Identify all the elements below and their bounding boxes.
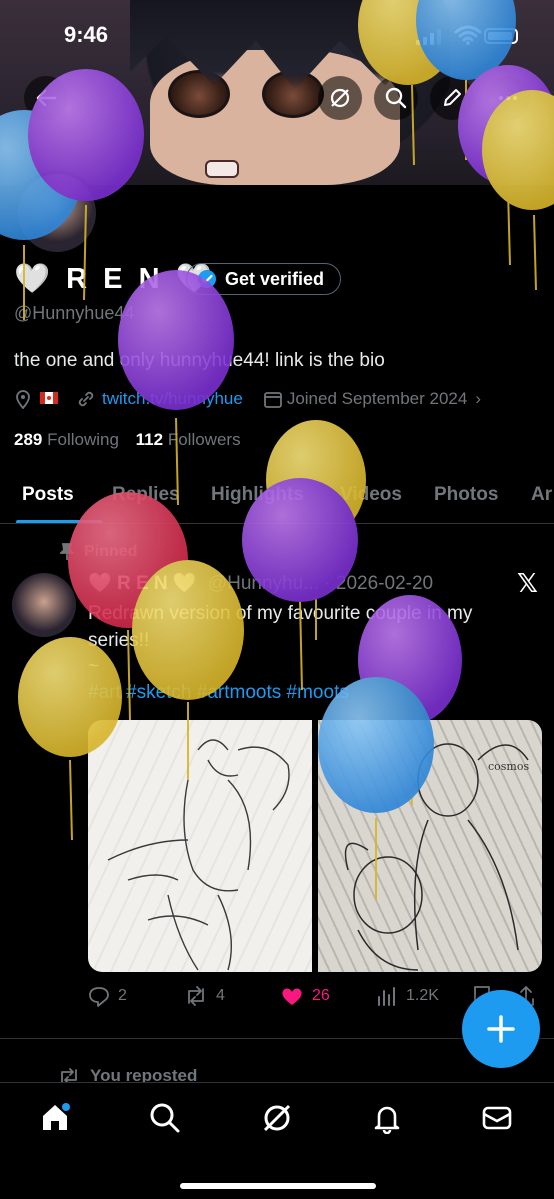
back-arrow-icon xyxy=(36,89,57,107)
pinned-label: Pinned xyxy=(84,543,138,560)
profile-meta-row: twitch.tv/hunnyhue Joined September 2024… xyxy=(14,389,481,409)
profile-bio: the one and only hunnyhue44! link is the… xyxy=(14,350,385,371)
post-text: Redrawn version of my favourite couple i… xyxy=(88,603,473,651)
get-verified-button[interactable]: Get verified xyxy=(186,263,342,295)
heart-filled-icon xyxy=(282,988,302,1005)
post-tilde: ~ xyxy=(88,656,100,677)
search-icon xyxy=(385,87,407,109)
repost-count: 4 xyxy=(216,987,225,1004)
following-count: 289 xyxy=(14,430,43,449)
grok-icon xyxy=(330,88,350,108)
grok-button[interactable] xyxy=(318,76,362,120)
tab-photos[interactable]: Photos xyxy=(434,484,498,506)
compose-button[interactable] xyxy=(462,990,540,1068)
calendar-icon xyxy=(263,392,282,408)
banner-art-mouth xyxy=(205,160,239,178)
link-icon xyxy=(78,391,94,407)
canada-flag-icon xyxy=(40,389,58,409)
grok-nav-icon xyxy=(263,1104,291,1132)
analytics-icon xyxy=(378,987,395,1006)
following-label: Following xyxy=(47,430,119,449)
back-button[interactable] xyxy=(24,76,68,120)
sketch-label-cosmos: cosmos xyxy=(488,760,529,773)
search-button[interactable] xyxy=(374,76,418,120)
nav-messages[interactable] xyxy=(480,1101,514,1135)
like-count: 26 xyxy=(312,987,330,1004)
view-count: 1.2K xyxy=(406,987,439,1004)
tab-videos[interactable]: Videos xyxy=(340,484,402,506)
status-time: 9:46 xyxy=(64,22,109,47)
home-indicator xyxy=(180,1183,376,1189)
tab-articles[interactable]: Ar xyxy=(531,484,552,506)
x-logo-icon: 𝕏 xyxy=(517,568,538,598)
tab-replies[interactable]: Replies xyxy=(112,484,180,506)
bell-icon xyxy=(374,1106,400,1134)
post-author-name: R E N xyxy=(116,573,168,594)
pencil-icon xyxy=(444,89,461,106)
repost-icon xyxy=(188,986,204,1006)
followers-count: 112 xyxy=(135,430,164,449)
tab-active-indicator xyxy=(16,520,102,523)
bottom-nav xyxy=(0,1082,554,1199)
nav-search[interactable] xyxy=(148,1101,182,1135)
post-hashtags[interactable]: #art #sketch #artmoots #moots xyxy=(88,682,349,704)
profile-name: R E N xyxy=(66,263,164,295)
status-bar: 9:46 xyxy=(0,22,554,52)
signal-icon xyxy=(416,29,441,45)
location-pin-icon xyxy=(16,390,30,409)
home-icon xyxy=(43,1103,70,1130)
followers-label: Followers xyxy=(167,430,241,449)
repost-button[interactable]: 4 xyxy=(184,985,225,1007)
reply-button[interactable]: 2 xyxy=(88,985,127,1007)
followers-link[interactable]: 112 Followers xyxy=(136,430,241,449)
nav-grok[interactable] xyxy=(260,1101,294,1135)
tab-highlights[interactable]: Highlights xyxy=(211,484,304,506)
nav-home[interactable] xyxy=(38,1101,72,1135)
sketch-drawing-1 xyxy=(107,739,290,971)
plus-icon xyxy=(487,1015,515,1043)
edit-button[interactable] xyxy=(430,76,474,120)
post-author-name-row[interactable]: 🤍 R E N 🤍 xyxy=(88,573,197,594)
more-icon xyxy=(499,96,517,100)
wifi-icon xyxy=(454,25,482,45)
get-verified-label: Get verified xyxy=(225,268,325,289)
more-button[interactable] xyxy=(486,76,530,120)
pinned-label-row: Pinned xyxy=(60,543,137,561)
post-header: 🤍 R E N 🤍 @Hunnyhu... · 2026-02-20 xyxy=(88,571,433,595)
following-link[interactable]: 289 Following xyxy=(14,430,119,449)
profile-avatar[interactable] xyxy=(14,170,100,256)
pin-icon xyxy=(60,543,74,560)
reply-icon xyxy=(89,987,109,1007)
post-image-2[interactable]: cosmos xyxy=(318,720,542,972)
chevron-right-icon[interactable]: › xyxy=(475,389,481,409)
banner-art-face xyxy=(150,50,400,185)
views-button[interactable]: 1.2K xyxy=(376,985,439,1007)
nav-notifications[interactable] xyxy=(370,1101,404,1135)
like-button[interactable]: 26 xyxy=(280,985,330,1007)
post-date: · 2026-02-20 xyxy=(324,573,434,594)
post-image-1[interactable] xyxy=(88,720,312,972)
search-nav-icon xyxy=(150,1103,180,1133)
profile-link[interactable]: twitch.tv/hunnyhue xyxy=(102,389,243,409)
joined-date: Joined September 2024 xyxy=(286,389,468,408)
heart-emoji-left: 🤍 xyxy=(14,263,55,295)
profile-handle: @Hunnyhue44 xyxy=(14,303,135,323)
verified-badge-icon xyxy=(198,270,216,288)
follow-counts: 289 Following 112 Followers xyxy=(14,430,241,450)
post-author-avatar[interactable] xyxy=(12,573,76,637)
sketch-drawing-2: cosmos xyxy=(344,743,529,971)
tab-posts[interactable]: Posts xyxy=(22,484,74,506)
battery-icon xyxy=(484,28,518,44)
profile-tabs: Posts Replies Highlights Videos Photos A… xyxy=(0,470,554,524)
post-author-handle[interactable]: @Hunnyhu... xyxy=(208,573,319,594)
envelope-icon xyxy=(482,1106,512,1130)
reply-count: 2 xyxy=(118,987,127,1004)
